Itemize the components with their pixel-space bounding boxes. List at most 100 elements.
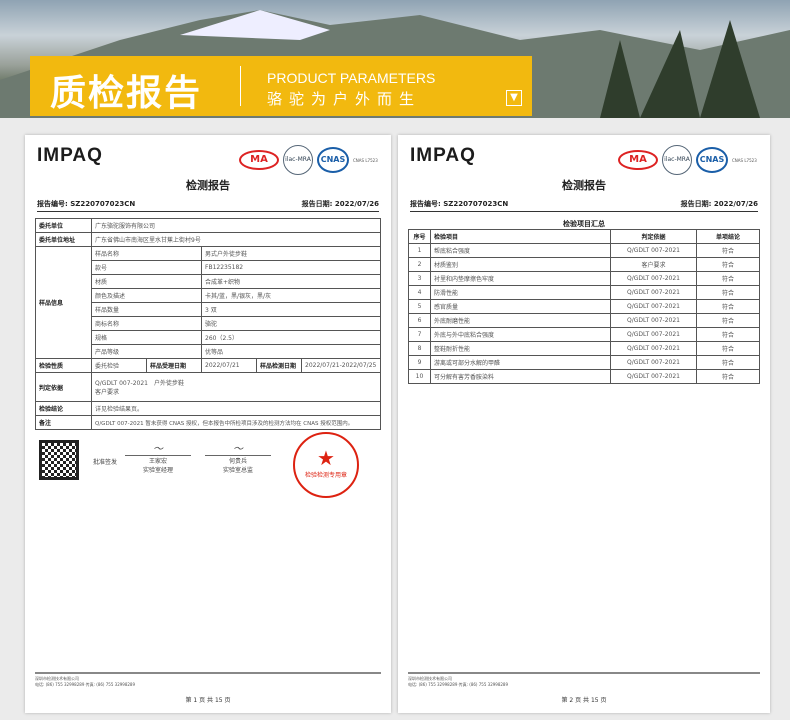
sample-key: 材质 bbox=[91, 274, 202, 289]
row-number: 4 bbox=[408, 285, 431, 300]
report-date: 报告日期: 2022/07/26 bbox=[680, 200, 758, 208]
ma-logo: MA bbox=[618, 150, 658, 170]
summary-title: 检验项目汇总 bbox=[563, 220, 605, 228]
row-basis: Q/GDLT 007-2021 bbox=[610, 341, 697, 356]
row-item: 材质鉴别 bbox=[430, 257, 611, 272]
sample-value: 男式户外徒步鞋 bbox=[201, 246, 381, 261]
report-title: 检测报告 bbox=[562, 179, 606, 192]
row-result: 符合 bbox=[696, 271, 760, 286]
banner-title: 质检报告 bbox=[50, 73, 203, 114]
row-result: 符合 bbox=[696, 285, 760, 300]
sample-key: 颜色及描述 bbox=[91, 288, 202, 303]
cnas-logo: CNAS bbox=[317, 147, 349, 173]
remark-label: 备注 bbox=[35, 415, 92, 430]
address-value: 广东省佛山市南海区里水甘蕉上街村9号 bbox=[91, 232, 381, 247]
sample-key: 样品数量 bbox=[91, 302, 202, 317]
nature-label: 检验性质 bbox=[35, 358, 92, 373]
row-result: 符合 bbox=[696, 243, 760, 258]
ilac-logo: ilac-MRA bbox=[662, 145, 692, 175]
row-result: 符合 bbox=[696, 299, 760, 314]
row-item: 衬里和内垫摩擦色牢度 bbox=[430, 271, 611, 286]
row-basis: Q/GDLT 007-2021 bbox=[610, 313, 697, 328]
sample-key: 产品等级 bbox=[91, 344, 202, 359]
row-result: 符合 bbox=[696, 327, 760, 342]
conclusion-label: 检验结论 bbox=[35, 401, 92, 416]
impaq-logo: IMPAQ bbox=[410, 145, 476, 166]
row-basis: Q/GDLT 007-2021 bbox=[610, 327, 697, 342]
header-result: 单项结论 bbox=[696, 229, 760, 244]
row-number: 9 bbox=[408, 355, 431, 370]
row-item: 外底耐磨性能 bbox=[430, 313, 611, 328]
banner-sub: 骆驼为户外而生 bbox=[267, 90, 422, 108]
cert-logos: MA ilac-MRA CNAS CNAS L7523 bbox=[239, 145, 379, 175]
sample-value: FB12235182 bbox=[201, 260, 381, 275]
signer-2-role: 实验室总监 bbox=[222, 467, 253, 474]
conclusion-value: 详见检验结果页。 bbox=[91, 401, 381, 416]
row-number: 1 bbox=[408, 243, 431, 258]
banner-en: PRODUCT PARAMETERS bbox=[267, 70, 436, 86]
row-item: 游离或可部分水解的甲醛 bbox=[430, 355, 611, 370]
footer-contact: 电话: (86) 755 32998289 传真: (86) 755 32998… bbox=[35, 682, 136, 687]
row-item: 整鞋耐折性能 bbox=[430, 341, 611, 356]
basis-label: 判定依据 bbox=[35, 372, 92, 402]
sample-key: 样品名称 bbox=[91, 246, 202, 261]
table-row: 4 防滑性能 Q/GDLT 007-2021 符合 bbox=[408, 285, 760, 300]
recv-value: 2022/07/21 bbox=[201, 358, 257, 373]
sample-value: 骆驼 bbox=[201, 316, 381, 331]
signer-1: 〜王家宏 实验室经理 bbox=[125, 440, 191, 474]
ilac-logo: ilac-MRA bbox=[283, 145, 313, 175]
signer-1-name: 王家宏 bbox=[148, 458, 167, 465]
test-label: 样品检测日期 bbox=[256, 358, 302, 373]
nature-value: 委托检验 bbox=[91, 358, 147, 373]
mountain-banner: 质检报告 PRODUCT PARAMETERS 骆驼为户外而生 ▼ bbox=[0, 0, 790, 118]
stamp-text: 检验检测专用章 bbox=[304, 472, 347, 479]
table-row: 3 衬里和内垫摩擦色牢度 Q/GDLT 007-2021 符合 bbox=[408, 271, 760, 286]
row-result: 符合 bbox=[696, 369, 760, 384]
row-number: 5 bbox=[408, 299, 431, 314]
recv-label: 样品受理日期 bbox=[146, 358, 202, 373]
report-page-1: IMPAQ MA ilac-MRA CNAS CNAS L7523 检测报告 报… bbox=[25, 135, 391, 713]
cnas-text: CNAS L7523 bbox=[353, 157, 378, 163]
row-basis: Q/GDLT 007-2021 bbox=[610, 369, 697, 384]
report-number: 报告编号: SZ220707023CN bbox=[37, 200, 136, 208]
sample-value: 合成革+织物 bbox=[201, 274, 381, 289]
page-footer: 深圳市检测技术有限公司 电话: (86) 755 32998289 传真: (86… bbox=[408, 672, 760, 688]
cert-logos: MA ilac-MRA CNAS CNAS L7523 bbox=[618, 145, 758, 175]
row-item: 可分解有害芳香胺染料 bbox=[430, 369, 611, 384]
row-number: 8 bbox=[408, 341, 431, 356]
impaq-logo: IMPAQ bbox=[37, 145, 103, 166]
summary-table: 序号 检验项目 判定依据 单项结论 1 帮底粘合强度 Q/GDLT 007-2021 符合 2… bbox=[408, 229, 760, 384]
sample-value: 优等品 bbox=[201, 344, 381, 359]
sample-value: 3 双 bbox=[201, 302, 381, 317]
chevron-down-icon[interactable]: ▼ bbox=[506, 90, 522, 106]
ma-logo: MA bbox=[239, 150, 279, 170]
official-stamp: ★ 检验检测专用章 bbox=[293, 432, 359, 498]
row-number: 10 bbox=[408, 369, 431, 384]
row-result: 符合 bbox=[696, 257, 760, 272]
header-item: 检验项目 bbox=[430, 229, 611, 244]
row-result: 符合 bbox=[696, 341, 760, 356]
table-row: 2 材质鉴别 客户要求 符合 bbox=[408, 257, 760, 272]
row-item: 感官质量 bbox=[430, 299, 611, 314]
signer-2-name: 何贵兵 bbox=[228, 458, 247, 465]
row-basis: Q/GDLT 007-2021 bbox=[610, 243, 697, 258]
row-number: 6 bbox=[408, 313, 431, 328]
basis-line-2: 客户要求 bbox=[95, 389, 120, 396]
quality-report-header: 质检报告 PRODUCT PARAMETERS 骆驼为户外而生 ▼ bbox=[30, 56, 532, 116]
report-number: 报告编号: SZ220707023CN bbox=[410, 200, 509, 208]
address-label: 委托单位地址 bbox=[35, 232, 92, 247]
table-row: 5 感官质量 Q/GDLT 007-2021 符合 bbox=[408, 299, 760, 314]
table-row: 10 可分解有害芳香胺染料 Q/GDLT 007-2021 符合 bbox=[408, 369, 760, 384]
row-number: 3 bbox=[408, 271, 431, 286]
page-number: 第 2 页 共 15 页 bbox=[561, 697, 607, 704]
header-basis: 判定依据 bbox=[610, 229, 697, 244]
signer-2: 〜何贵兵 实验室总监 bbox=[205, 440, 271, 474]
report-meta: 报告编号: SZ220707023CN 报告日期: 2022/07/26 bbox=[37, 199, 379, 212]
table-row: 6 外底耐磨性能 Q/GDLT 007-2021 符合 bbox=[408, 313, 760, 328]
sample-value: 卡其/蓝，黑/银灰，黑/灰 bbox=[201, 288, 381, 303]
page-number: 第 1 页 共 15 页 bbox=[185, 697, 231, 704]
client-value: 广东骆驼服饰有限公司 bbox=[91, 218, 381, 233]
sample-label: 样品信息 bbox=[35, 246, 92, 359]
row-item: 防滑性能 bbox=[430, 285, 611, 300]
sample-key: 款号 bbox=[91, 260, 202, 275]
